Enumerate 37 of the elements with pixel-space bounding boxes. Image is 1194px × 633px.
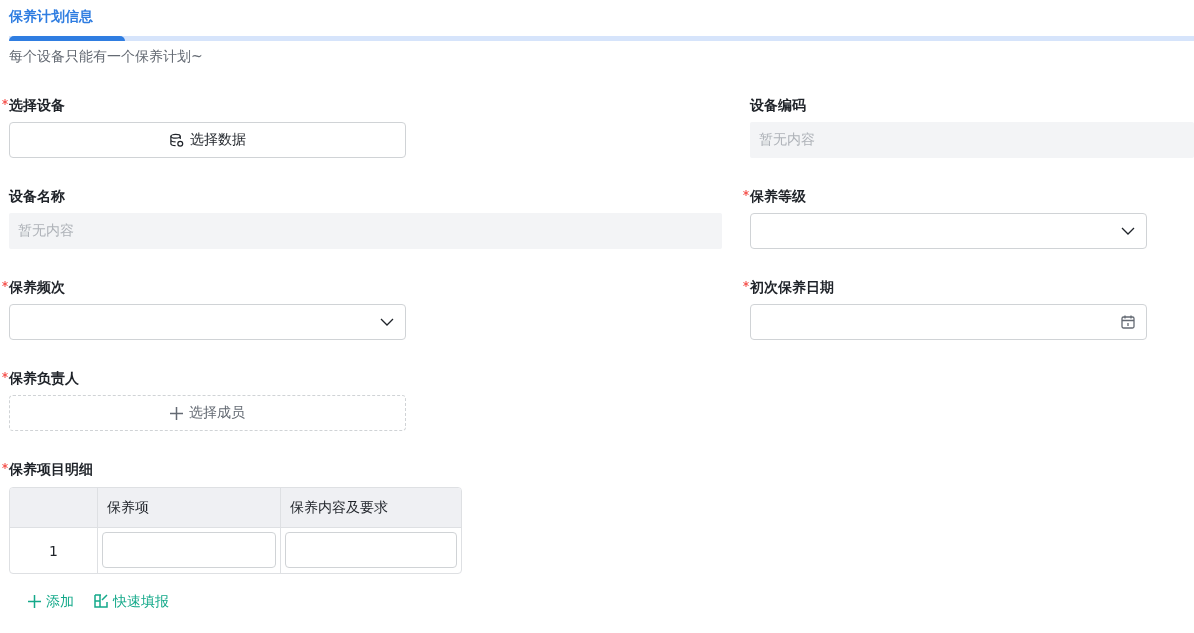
- date-field[interactable]: [750, 304, 1147, 340]
- edit-grid-icon: [94, 594, 108, 608]
- hint-text: 每个设备只能有一个保养计划~: [9, 47, 204, 66]
- required-asterisk-icon: [2, 463, 8, 469]
- required-asterisk-icon: [2, 99, 8, 105]
- input-field[interactable]: [285, 532, 457, 568]
- readonly-field: 暂无内容: [750, 122, 1194, 158]
- column-header: 保养项: [97, 488, 280, 528]
- row-index: 1: [48, 541, 59, 561]
- required-asterisk-icon: [743, 190, 749, 196]
- field-label: 设备编码: [748, 96, 806, 115]
- plus-icon: [170, 406, 183, 420]
- field-label: 保养频次: [2, 277, 65, 297]
- select-member-button[interactable]: 选择成员: [9, 395, 406, 431]
- chevron-down-icon: [380, 318, 394, 326]
- required-asterisk-icon: [743, 281, 749, 287]
- select-field[interactable]: [750, 213, 1147, 249]
- field-label: 保养项目明细: [2, 459, 93, 479]
- field-label: 选择设备: [2, 95, 65, 115]
- field-label: 保养等级: [743, 186, 806, 206]
- plus-icon: [28, 594, 41, 608]
- field-label: 保养负责人: [2, 368, 79, 388]
- select-field[interactable]: [9, 304, 406, 340]
- column-header: 保养内容及要求: [280, 488, 461, 528]
- chevron-down-icon: [1121, 227, 1135, 235]
- calendar-icon: [1121, 315, 1135, 329]
- input-field[interactable]: [102, 532, 276, 568]
- add-link[interactable]: 添加: [28, 591, 74, 611]
- select-data-button[interactable]: 选择数据: [9, 122, 406, 158]
- tab[interactable]: 保养计划信息: [9, 6, 93, 26]
- field-label: 初次保养日期: [743, 277, 834, 297]
- required-asterisk-icon: [2, 281, 8, 287]
- readonly-field: 暂无内容: [9, 213, 722, 249]
- field-label: 设备名称: [7, 187, 65, 206]
- database-icon: [169, 132, 184, 148]
- quick-fill-link[interactable]: 快速填报: [94, 591, 169, 611]
- required-asterisk-icon: [2, 372, 8, 378]
